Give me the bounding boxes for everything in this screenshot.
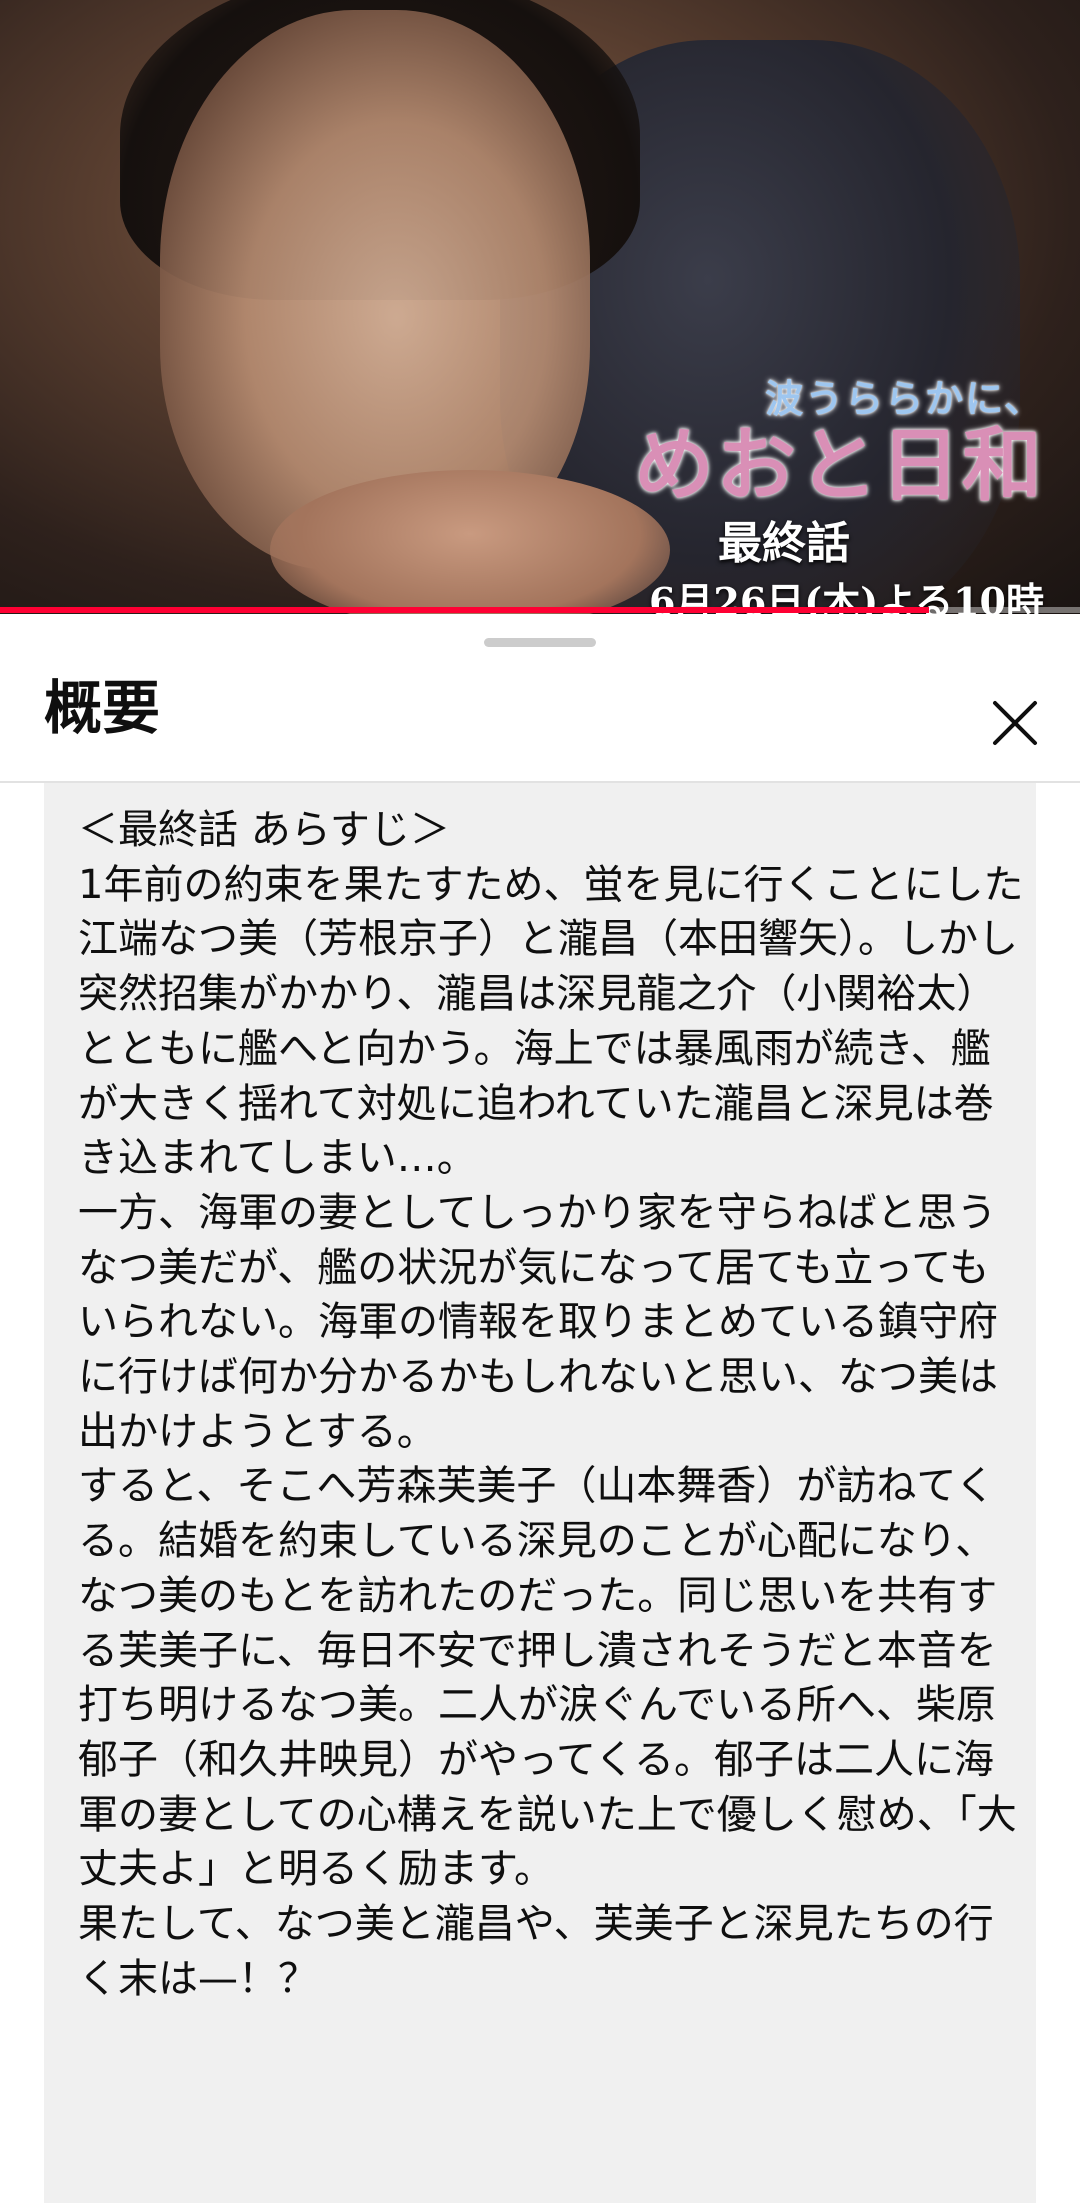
video-progress-fill: [0, 607, 929, 613]
close-button[interactable]: [980, 688, 1050, 758]
video-title-overlay: 波うららかに、 めおと日和 最終話 6月26日(木)よる10時: [634, 368, 1044, 614]
description-sheet: 概要 ＜最終話 あらすじ＞ 1年前の約束を果たすため、蛍を見に行くことにした江端…: [0, 614, 1080, 2203]
overlay-show-logo: めおと日和: [634, 418, 1044, 512]
description-text: ＜最終話 あらすじ＞ 1年前の約束を果たすため、蛍を見に行くことにした江端なつ美…: [78, 807, 1024, 2002]
overlay-episode-label: 最終話: [718, 518, 850, 569]
drag-handle[interactable]: [484, 638, 596, 647]
sheet-title: 概要: [44, 674, 161, 742]
video-progress-bar[interactable]: [0, 607, 1080, 613]
close-icon: [980, 688, 1050, 758]
video-player[interactable]: 波うららかに、 めおと日和 最終話 6月26日(木)よる10時: [0, 0, 1080, 614]
overlay-subtitle: 波うららかに、: [765, 376, 1044, 421]
description-box: ＜最終話 あらすじ＞ 1年前の約束を果たすため、蛍を見に行くことにした江端なつ美…: [44, 783, 1036, 2203]
